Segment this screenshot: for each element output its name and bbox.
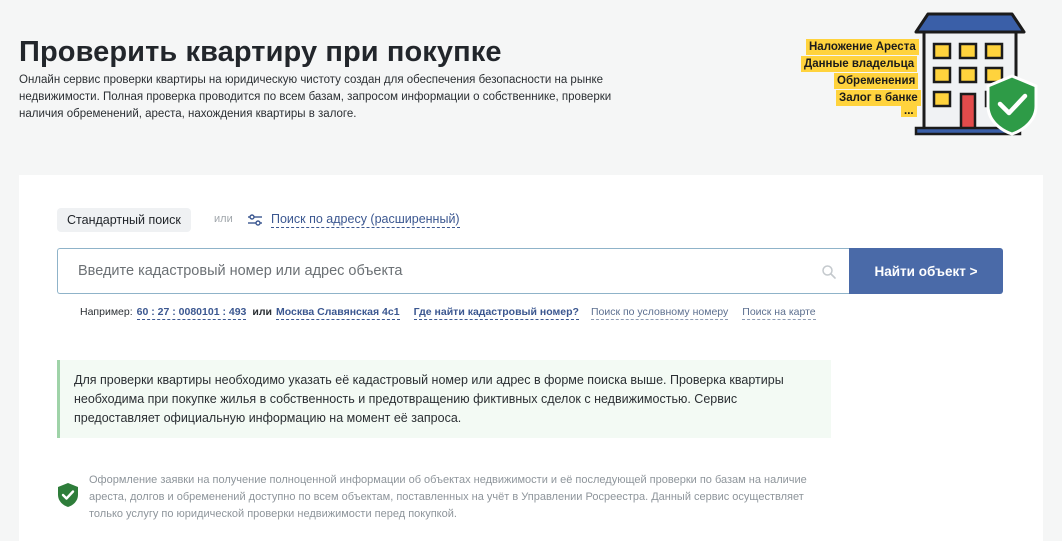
search-card: Стандартный поиск или Поиск по адресу (р…	[19, 175, 1043, 541]
search-box	[57, 248, 849, 294]
page-description: Онлайн сервис проверки квартиры на юриди…	[19, 74, 612, 120]
advanced-search-label: Поиск по адресу (расширенный)	[271, 212, 460, 228]
find-object-button[interactable]: Найти объект >	[849, 248, 1003, 294]
tag-encumbrance: Обременения	[834, 73, 919, 89]
address-example-link[interactable]: Москва Славянская 4с1	[275, 306, 400, 320]
examples-or: или	[252, 306, 272, 318]
map-search-link[interactable]: Поиск на карте	[742, 306, 816, 320]
search-form: Найти объект >	[57, 248, 1003, 294]
disclaimer: Оформление заявки на получение полноценн…	[57, 472, 837, 523]
conditional-number-search-link[interactable]: Поиск по условному номеру	[590, 306, 729, 320]
cadastral-example-link[interactable]: 60 : 27 : 0080101 : 493	[136, 306, 247, 320]
tag-owner-data: Данные владельца	[801, 56, 918, 72]
filter-sliders-icon	[248, 214, 262, 226]
apartment-building-icon: Наложение Ареста Данные владельца Обреме…	[800, 10, 1040, 140]
shield-check-icon	[58, 483, 78, 507]
tag-arrest: Наложение Ареста	[806, 39, 919, 55]
search-icon	[822, 265, 836, 279]
info-notice: Для проверки квартиры необходимо указать…	[57, 360, 831, 438]
verified-shield-icon	[986, 74, 1038, 136]
search-input[interactable]	[58, 249, 849, 293]
examples-prefix: Например:	[80, 306, 133, 318]
tab-advanced-address-search[interactable]: Поиск по адресу (расширенный)	[247, 212, 460, 228]
hero-section: Проверить квартиру при покупке Онлайн се…	[0, 0, 1062, 175]
tag-more: ...	[901, 105, 917, 117]
search-examples: Например: 60 : 27 : 0080101 : 493 или Мо…	[80, 306, 816, 320]
disclaimer-text: Оформление заявки на получение полноценн…	[89, 474, 807, 520]
tag-bank-pledge: Залог в банке	[836, 90, 921, 106]
mode-separator: или	[214, 213, 233, 225]
page-title: Проверить квартиру при покупке	[19, 36, 502, 68]
where-cadastral-link[interactable]: Где найти кадастровый номер?	[413, 306, 579, 320]
tab-standard-search[interactable]: Стандартный поиск	[57, 208, 191, 232]
